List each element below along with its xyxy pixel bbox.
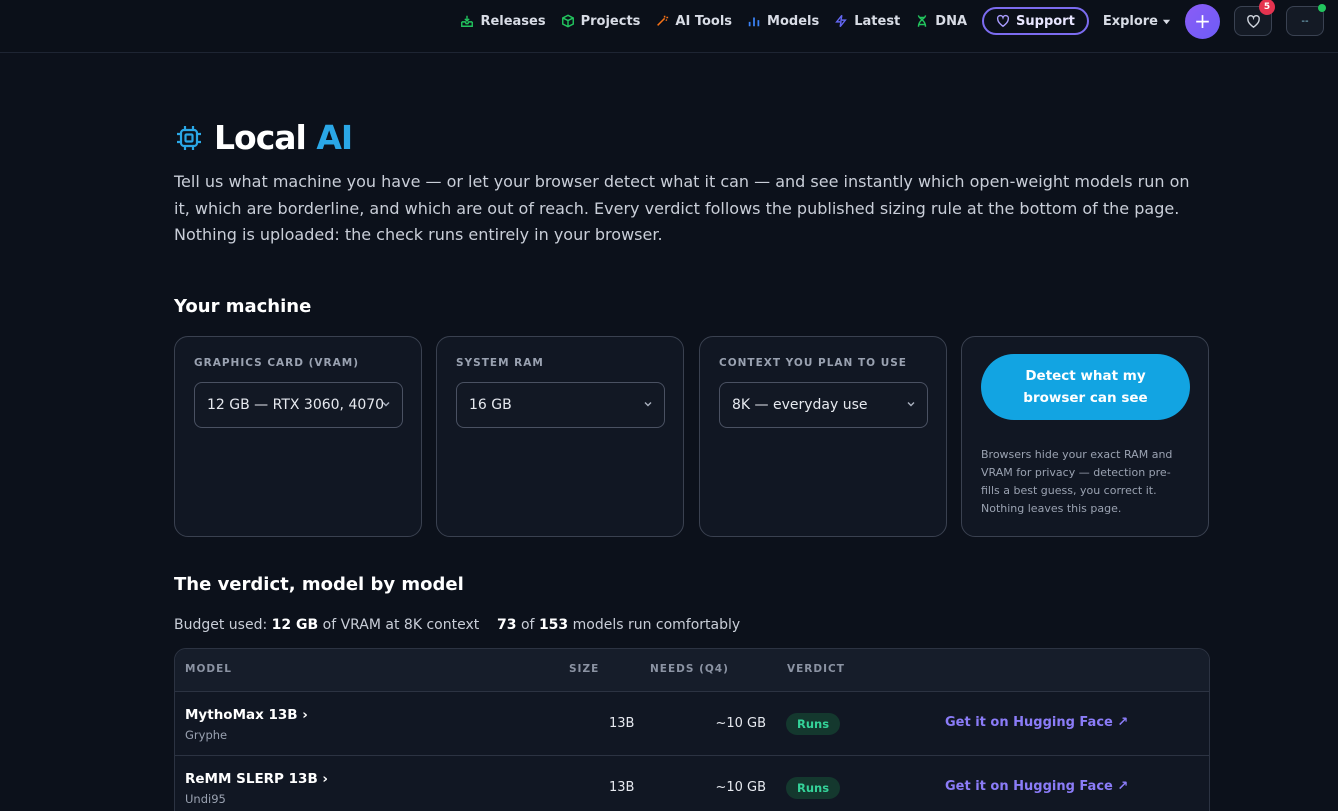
context-label: CONTEXT YOU PLAN TO USE	[719, 357, 907, 369]
explore-menu[interactable]: Explore	[1103, 14, 1171, 29]
lightning-icon	[835, 14, 848, 28]
model-author: Gryphe	[185, 728, 228, 742]
nav-projects[interactable]: Projects	[561, 13, 641, 29]
support-label: Support	[1016, 13, 1075, 29]
verdict-heading: The verdict, model by model	[174, 574, 464, 595]
context-select[interactable]: 8K — everyday use	[719, 382, 928, 428]
cube-icon	[561, 14, 574, 28]
bar-chart-icon	[748, 17, 760, 27]
model-author: Undi95	[185, 792, 226, 806]
verdict-badge: Runs	[786, 777, 841, 799]
top-navigation: Releases Projects AI Tools Models Latest…	[0, 0, 1338, 53]
runs-count: 73	[497, 617, 517, 633]
favorites-button[interactable]: 5	[1234, 0, 1275, 36]
table-header: MODEL SIZE NEEDS (Q4) VERDICT	[175, 649, 1209, 692]
nav-label: Latest	[854, 13, 901, 29]
chevron-down-icon	[382, 402, 390, 407]
budget-suffix: models run comfortably	[568, 617, 741, 633]
your-machine-heading: Your machine	[174, 296, 312, 317]
create-button[interactable]: +	[1185, 3, 1220, 39]
chevron-down-icon	[644, 402, 652, 407]
column-size: SIZE	[569, 663, 600, 675]
model-needs: ~10 GB	[715, 716, 766, 731]
ram-select[interactable]: 16 GB	[456, 382, 665, 428]
model-needs: ~10 GB	[715, 780, 766, 795]
model-name-link[interactable]: MythoMax 13B ›	[185, 707, 308, 723]
detect-card: Detect what my browser can see Browsers …	[961, 336, 1209, 537]
nav-label: Projects	[580, 13, 641, 29]
nav-latest[interactable]: Latest	[834, 14, 900, 29]
heart-icon	[996, 14, 1010, 28]
model-size: 13B	[609, 780, 635, 795]
title-main: Local	[214, 118, 307, 157]
page-title: Local AI	[214, 118, 353, 157]
detect-button[interactable]: Detect what my browser can see	[981, 354, 1190, 420]
page-title-row: Local AI	[174, 118, 353, 157]
budget-vram: 12 GB	[271, 617, 319, 633]
avatar: --	[1301, 15, 1309, 27]
column-model: MODEL	[185, 663, 232, 675]
ram-value: 16 GB	[469, 397, 512, 413]
gpu-label: GRAPHICS CARD (VRAM)	[194, 357, 360, 369]
model-name-link[interactable]: ReMM SLERP 13B ›	[185, 771, 328, 787]
inbox-icon	[461, 15, 474, 27]
column-needs: NEEDS (Q4)	[650, 663, 729, 675]
budget-prefix: Budget used:	[174, 617, 272, 633]
nav-ai-tools[interactable]: AI Tools	[655, 14, 732, 29]
explore-label: Explore	[1102, 13, 1158, 29]
verdict-table: MODEL SIZE NEEDS (Q4) VERDICT MythoMax 1…	[174, 648, 1210, 811]
nav-label: Models	[767, 13, 820, 29]
model-size: 13B	[609, 716, 635, 731]
gpu-select[interactable]: 12 GB — RTX 3060, 4070	[194, 382, 403, 428]
budget-summary: Budget used: 12 GB of VRAM at 8K context…	[174, 617, 740, 633]
table-row: MythoMax 13B › Gryphe 13B ~10 GB Runs Ge…	[175, 692, 1209, 756]
intro-paragraph: Tell us what machine you have — or let y…	[174, 172, 1190, 244]
verdict-badge: Runs	[786, 713, 841, 735]
nav-models[interactable]: Models	[747, 14, 819, 29]
detect-note: Browsers hide your exact RAM and VRAM fo…	[981, 448, 1173, 515]
nav-dna[interactable]: DNA	[915, 14, 967, 29]
nav-links: Releases Projects AI Tools Models Latest…	[460, 0, 1326, 39]
chevron-down-icon	[907, 402, 915, 407]
ram-label: SYSTEM RAM	[456, 357, 544, 369]
nav-label: AI Tools	[675, 13, 733, 29]
user-avatar-button[interactable]: --	[1286, 4, 1326, 36]
column-verdict: VERDICT	[787, 663, 845, 675]
support-button[interactable]: Support	[982, 7, 1089, 35]
dna-icon	[918, 15, 927, 27]
budget-of: of	[516, 617, 539, 633]
nav-label: DNA	[935, 13, 968, 29]
hugging-face-link[interactable]: Get it on Hugging Face ↗	[945, 779, 1128, 794]
online-status-dot	[1318, 4, 1326, 12]
budget-middle: of VRAM at 8K context	[318, 617, 480, 633]
wand-icon	[657, 15, 669, 26]
heart-outline-icon	[1246, 14, 1260, 28]
nav-releases[interactable]: Releases	[460, 13, 546, 29]
title-accent: AI	[316, 118, 353, 157]
nav-label: Releases	[480, 13, 546, 29]
cpu-chip-icon	[177, 125, 201, 150]
hugging-face-link[interactable]: Get it on Hugging Face ↗	[945, 715, 1128, 730]
gpu-value: 12 GB — RTX 3060, 4070	[207, 397, 385, 413]
table-row: ReMM SLERP 13B › Undi95 13B ~10 GB Runs …	[175, 756, 1209, 811]
total-count: 153	[538, 617, 569, 633]
context-card: CONTEXT YOU PLAN TO USE 8K — everyday us…	[699, 336, 947, 537]
plus-icon: +	[1194, 9, 1211, 33]
caret-down-icon	[1162, 19, 1171, 24]
context-value: 8K — everyday use	[732, 397, 868, 413]
favorites-count-badge: 5	[1259, 0, 1275, 15]
ram-card: SYSTEM RAM 16 GB	[436, 336, 684, 537]
gpu-card: GRAPHICS CARD (VRAM) 12 GB — RTX 3060, 4…	[174, 336, 422, 537]
